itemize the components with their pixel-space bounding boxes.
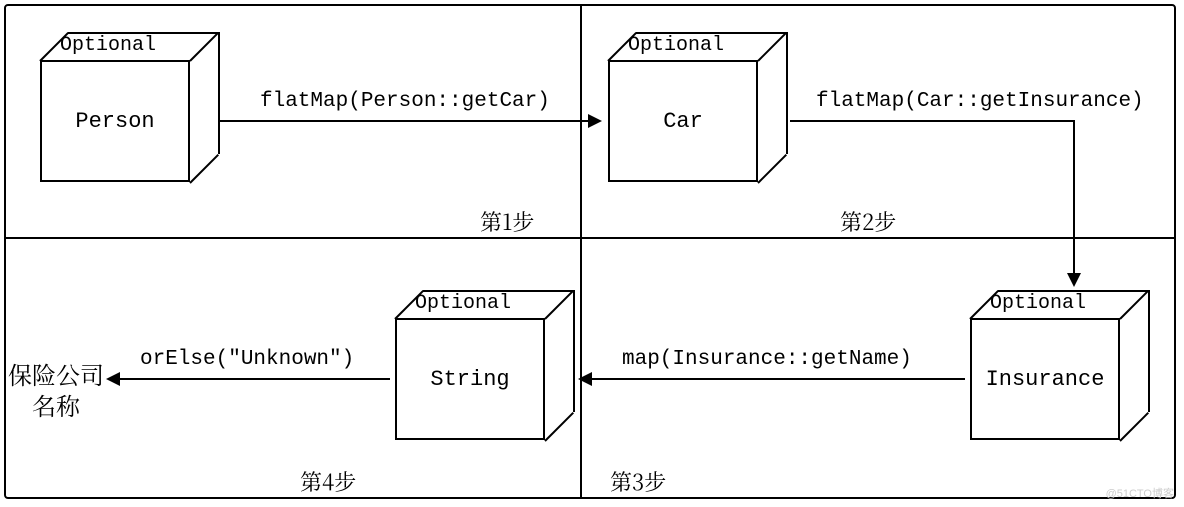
arrow-step1: [220, 120, 600, 122]
cube-insurance: Optional Insurance: [970, 290, 1120, 440]
step-label-2: 第2步: [840, 206, 896, 237]
step-label-1: 第1步: [480, 206, 534, 237]
arrow-label-step4: orElse("Unknown"): [140, 348, 354, 371]
vertical-divider: [580, 4, 582, 499]
cube-string: Optional String: [395, 290, 545, 440]
cube-person: Optional Person: [40, 32, 190, 182]
cube-content: Person: [40, 60, 190, 182]
wrapper-label: Optional: [415, 292, 511, 315]
step-label-3: 第3步: [610, 466, 666, 497]
arrow-step2-h: [790, 120, 1075, 122]
horizontal-divider: [4, 237, 1176, 239]
arrow-step3: [580, 378, 965, 380]
wrapper-label: Optional: [60, 34, 156, 57]
arrow-label-step1: flatMap(Person::getCar): [260, 90, 550, 113]
arrow-label-step3: map(Insurance::getName): [622, 348, 912, 371]
wrapper-label: Optional: [628, 34, 724, 57]
diagram-canvas: Optional Person Optional Car Optional In…: [0, 0, 1184, 507]
cube-content: Insurance: [970, 318, 1120, 440]
cube-content: Car: [608, 60, 758, 182]
arrow-step2-v: [1073, 120, 1075, 285]
cube-content: String: [395, 318, 545, 440]
step-label-4: 第4步: [300, 466, 356, 497]
watermark: @51CTO博客: [1106, 485, 1174, 501]
wrapper-label: Optional: [990, 292, 1086, 315]
cube-car: Optional Car: [608, 32, 758, 182]
arrow-label-step2: flatMap(Car::getInsurance): [816, 90, 1144, 113]
final-output-label: 保险公司 名称: [6, 358, 106, 420]
arrow-step4: [108, 378, 390, 380]
